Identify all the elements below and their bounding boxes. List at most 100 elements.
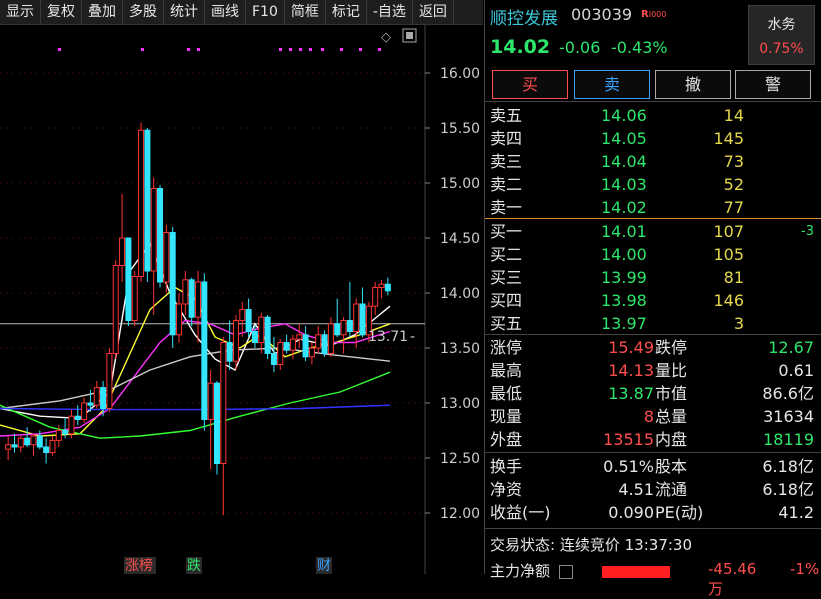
current-price: 14.02: [490, 36, 551, 58]
order-level-label: 卖三: [490, 152, 523, 171]
event-tag[interactable]: 财: [317, 558, 331, 574]
fund-flow-pct: -1%: [790, 560, 820, 578]
order-volume: 107: [713, 222, 744, 241]
stat-label: 总量: [655, 407, 688, 426]
order-book-row: 买四 13.98 146: [485, 289, 821, 312]
chart-grid: [0, 25, 426, 574]
stat-value: 0.090: [608, 503, 654, 522]
stat-label: 量比: [655, 361, 688, 380]
candle-body: [346, 320, 353, 332]
book-mid-divider: [485, 218, 821, 219]
stat-value: 41.2: [778, 503, 814, 522]
candle-body: [384, 283, 391, 292]
stock-name[interactable]: 顺控发展: [490, 4, 558, 29]
y-tick-label: 12.50: [440, 451, 480, 467]
toolbar-item[interactable]: 多股: [123, 0, 164, 24]
order-price: 14.02: [601, 198, 647, 217]
candle-body: [55, 430, 62, 441]
price-tag-dash: -: [410, 329, 415, 345]
candle-body: [195, 281, 201, 318]
diamond-icon[interactable]: ◇: [381, 30, 391, 45]
stat-label: 净资: [490, 480, 523, 499]
trade-button[interactable]: 警: [735, 70, 811, 99]
trade-button[interactable]: 撤: [655, 70, 731, 99]
trade-button[interactable]: 买: [492, 70, 568, 99]
kline-chart[interactable]: 16.00 15.50 15.00 14.50 14.00 13.50 13.00 12.50…: [0, 25, 484, 574]
toolbar-item[interactable]: 复权: [41, 0, 82, 24]
trade-button[interactable]: 卖: [574, 70, 650, 99]
toolbar-item[interactable]: F10: [246, 0, 285, 24]
candle-body: [308, 347, 315, 358]
candle-body: [270, 353, 277, 365]
candle-body: [378, 283, 385, 289]
event-tag[interactable]: 涨榜: [125, 557, 153, 574]
order-volume: 14: [723, 106, 744, 125]
margin-badge-icon: RI000: [641, 9, 666, 20]
candle-body: [62, 430, 69, 435]
candle-body: [138, 129, 145, 277]
price-axis: 16.00 15.50 15.00 14.50 14.00 13.50 13.00 12.50…: [368, 66, 480, 522]
fund-flow-value: -45.46万: [708, 560, 757, 598]
sector-name: 水务: [767, 17, 796, 33]
order-book-row: 卖四 14.05 145: [485, 127, 821, 150]
stat-value: 14.13: [608, 361, 654, 380]
candle-body: [87, 402, 94, 406]
candle-body: [188, 279, 195, 318]
stat-value: 12.67: [768, 338, 814, 357]
stat-label: 最高: [490, 361, 523, 380]
book-divider: [485, 101, 821, 102]
order-volume: 52: [723, 175, 744, 194]
stat-value: 0.61: [778, 361, 814, 380]
toolbar-item[interactable]: 叠加: [82, 0, 123, 24]
stat-value: 15.49: [608, 338, 654, 357]
candle-body: [289, 338, 296, 351]
margin-badge-label: R: [641, 9, 649, 20]
sector-card[interactable]: 水务 0.75%: [748, 5, 815, 65]
fund-flow-toggle-icon[interactable]: [558, 564, 573, 579]
stat-label: 现量: [490, 407, 523, 426]
candle-body: [144, 129, 151, 272]
toolbar-item[interactable]: 返回: [413, 0, 454, 24]
order-book-row: 卖五 14.06 14: [485, 104, 821, 127]
stat-label: 跌停: [655, 338, 688, 357]
toolbar-item[interactable]: 画线: [205, 0, 246, 24]
panel-toggle-inner: [406, 32, 413, 39]
book-divider: [485, 334, 821, 335]
stat-label: 收益(一): [490, 503, 551, 522]
order-level-label: 买四: [490, 291, 523, 310]
candle-body: [251, 331, 258, 343]
stock-code: 003039: [571, 5, 633, 24]
candle-body: [340, 320, 347, 336]
signal-dot: [289, 48, 292, 51]
candlesticks: [5, 122, 391, 516]
order-volume: 73: [723, 152, 744, 171]
y-tick-label: 12.00: [440, 506, 480, 522]
stat-row: 现量 8 总量 31634: [485, 405, 821, 428]
candle-body: [24, 437, 31, 446]
toolbar-item[interactable]: 标记: [326, 0, 367, 24]
order-book-row: 买二 14.00 105: [485, 243, 821, 266]
chart-toolbar: 显示 复权 叠加 多股 统计 画线 F10 简框 标记 -自选 返回: [0, 0, 483, 25]
stat-label: 涨停: [490, 338, 523, 357]
candle-body: [232, 320, 239, 362]
candle-body: [220, 342, 227, 464]
candle-body: [106, 353, 113, 409]
signal-dot: [187, 48, 190, 51]
signal-dot: [279, 48, 282, 51]
signal-dot: [58, 48, 61, 51]
stat-label: 最低: [490, 384, 523, 403]
toolbar-item[interactable]: 显示: [0, 0, 41, 24]
candle-body: [157, 188, 164, 283]
y-tick-label: 13.50: [440, 341, 480, 357]
order-volume: 145: [713, 129, 744, 148]
stat-value: 18119: [763, 430, 814, 449]
candle-body: [302, 334, 309, 358]
candle-body: [283, 342, 290, 351]
event-tag[interactable]: 跌: [187, 558, 201, 574]
stat-row: 换手 0.51% 股本 6.18亿: [485, 455, 821, 478]
order-price: 14.06: [601, 106, 647, 125]
toolbar-item[interactable]: -自选: [367, 0, 413, 24]
toolbar-item[interactable]: 统计: [164, 0, 205, 24]
order-price: 14.05: [601, 129, 647, 148]
toolbar-item[interactable]: 简框: [285, 0, 326, 24]
